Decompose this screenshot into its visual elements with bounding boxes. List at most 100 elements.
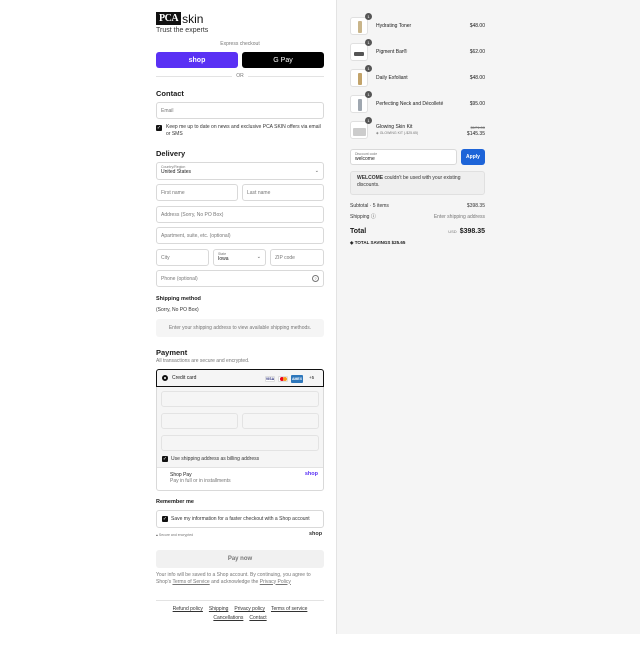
contact-heading: Contact <box>156 89 184 98</box>
product-thumbnail <box>350 69 368 87</box>
delivery-heading: Delivery <box>156 149 186 158</box>
shipping-link[interactable]: Shipping <box>209 606 228 612</box>
state-select[interactable]: State Iowa ⌄ <box>213 249 266 266</box>
footer-links-row-1: Refund policy Shipping Privacy policy Te… <box>156 606 324 612</box>
first-name-field[interactable]: First name <box>156 184 238 201</box>
total-value: $398.35 <box>459 228 485 235</box>
logo-word: skin <box>182 11 204 26</box>
item-old-price: $171.00 <box>470 125 485 130</box>
contact-link[interactable]: Contact <box>249 615 266 621</box>
legal-shop-prefix: Shop's <box>156 578 172 585</box>
item-name: Pigment Bar® <box>376 49 408 55</box>
currency-code: USD <box>448 229 457 234</box>
shop-logo: shop <box>309 531 323 537</box>
pay-now-button[interactable]: Pay now <box>156 550 324 568</box>
city-placeholder: City <box>161 254 170 261</box>
terms-of-service-link[interactable]: Terms of service <box>271 606 307 612</box>
address-field[interactable]: Address (Sorry, No PO Box) <box>156 206 324 223</box>
privacy-link[interactable]: Privacy Policy <box>260 579 291 585</box>
product-thumbnail <box>350 95 368 113</box>
logo-mark: PCA <box>156 12 182 25</box>
checkout-page: PCA skin Trust the experts Express check… <box>0 0 640 661</box>
privacy-policy-link[interactable]: Privacy policy <box>234 606 265 612</box>
bottle-icon <box>358 99 362 111</box>
secure-label: Secure and encrypted <box>158 533 194 537</box>
legal-line: Your info will be saved to a Shop accoun… <box>156 572 311 578</box>
terms-link[interactable]: Terms of Service <box>172 579 209 585</box>
country-select[interactable]: Country/Region United States ⌄ <box>156 162 324 180</box>
save-info-box[interactable]: ✓ Save my information for a faster check… <box>156 510 324 528</box>
credit-card-option[interactable]: Credit card VISA AMEX +5 <box>156 369 324 387</box>
newsletter-checkbox[interactable]: ✓ <box>156 125 162 131</box>
total-row: USD $398.35 <box>350 228 485 235</box>
email-field[interactable]: Email <box>156 102 324 119</box>
shop-pay-subtitle: Pay in full or in installments <box>170 478 231 484</box>
quantity-badge: 1 <box>365 65 372 72</box>
item-name: Daily Exfoliant <box>376 75 408 81</box>
apply-button[interactable]: Apply <box>461 149 485 165</box>
shop-pay-button[interactable]: shop <box>156 52 238 68</box>
credit-card-radio[interactable] <box>162 375 168 381</box>
refund-policy-link[interactable]: Refund policy <box>173 606 203 612</box>
item-price: $145.35 <box>466 131 485 137</box>
expiration-field[interactable] <box>161 413 238 429</box>
notice-code: WELCOME <box>357 175 384 181</box>
email-placeholder: Email <box>161 107 174 114</box>
quantity-badge: 1 <box>365 13 372 20</box>
or-label: OR <box>232 73 248 79</box>
cart-item: 1 Perfecting Neck and Décolleté $95.00 <box>350 91 485 113</box>
quantity-badge: 1 <box>365 39 372 46</box>
cart-item: 1 Hydrating Toner $48.00 <box>350 13 485 35</box>
order-summary-column: 1 Hydrating Toner $48.00 1 Pigment Bar® … <box>336 0 640 634</box>
zip-field[interactable]: ZIP code <box>270 249 324 266</box>
item-price: $95.00 <box>469 101 485 107</box>
secure-note: 🔒︎ Secure and encrypted <box>156 533 193 537</box>
payment-subtitle: All transactions are secure and encrypte… <box>156 358 250 364</box>
legal-ack: and acknowledge the <box>211 578 259 585</box>
bottle-icon <box>358 73 362 85</box>
pca-skin-logo[interactable]: PCA skin <box>156 11 204 26</box>
apartment-field[interactable]: Apartment, suite, etc. (optional) <box>156 227 324 244</box>
card-number-field[interactable] <box>161 391 319 407</box>
shop-pay-option[interactable]: Shop Pay Pay in full or in installments … <box>157 468 323 490</box>
cancellations-link[interactable]: Cancellations <box>213 615 243 621</box>
savings-value: $25.65 <box>391 240 406 245</box>
shop-pay-logo: shop <box>304 471 318 477</box>
last-name-placeholder: Last name <box>247 189 271 196</box>
save-info-label: Save my information for a faster checkou… <box>171 516 310 522</box>
item-price: $62.00 <box>469 49 485 55</box>
shipping-value: Enter shipping address <box>433 214 485 220</box>
amex-icon: AMEX <box>291 375 303 383</box>
credit-card-form: ✓ Use shipping address as billing addres… <box>157 387 323 467</box>
discount-tag: ◈ GLOWING KIT (-$25.65) <box>376 131 418 135</box>
discount-code-field[interactable]: Discount code welcome <box>350 149 457 165</box>
first-name-placeholder: First name <box>161 189 185 196</box>
city-field[interactable]: City <box>156 249 209 266</box>
item-name: Glowing Skin Kit <box>376 124 413 130</box>
quantity-badge: 1 <box>365 117 372 124</box>
billing-same-checkbox[interactable]: ✓ <box>162 456 168 462</box>
chevron-down-icon: ⌄ <box>256 254 261 260</box>
kit-icon <box>353 128 366 136</box>
tag-icon: ◈ <box>350 240 354 245</box>
phone-field[interactable]: Phone (optional) ? <box>156 270 324 287</box>
discount-tag-label: GLOWING KIT (-$25.65) <box>379 131 419 135</box>
name-on-card-field[interactable] <box>161 435 319 451</box>
credit-card-label: Credit card <box>172 375 197 381</box>
mastercard-icon <box>278 376 288 382</box>
google-pay-button[interactable]: G Pay <box>242 52 324 68</box>
phone-placeholder: Phone (optional) <box>161 275 198 282</box>
lock-icon: 🔒︎ <box>156 533 158 537</box>
item-price: $48.00 <box>469 75 485 81</box>
save-info-checkbox[interactable]: ✓ <box>162 516 168 522</box>
last-name-field[interactable]: Last name <box>242 184 324 201</box>
chevron-down-icon: ⌄ <box>314 168 319 174</box>
more-cards-count: +5 <box>309 375 315 380</box>
security-code-field[interactable] <box>242 413 319 429</box>
checkout-form-column: PCA skin Trust the experts Express check… <box>0 0 336 634</box>
payment-heading: Payment <box>156 348 188 357</box>
item-name: Perfecting Neck and Décolleté <box>376 101 444 107</box>
product-thumbnail <box>350 43 368 61</box>
help-icon[interactable]: ? <box>312 275 319 282</box>
discount-notice: WELCOME couldn't be used with your exist… <box>350 171 485 195</box>
